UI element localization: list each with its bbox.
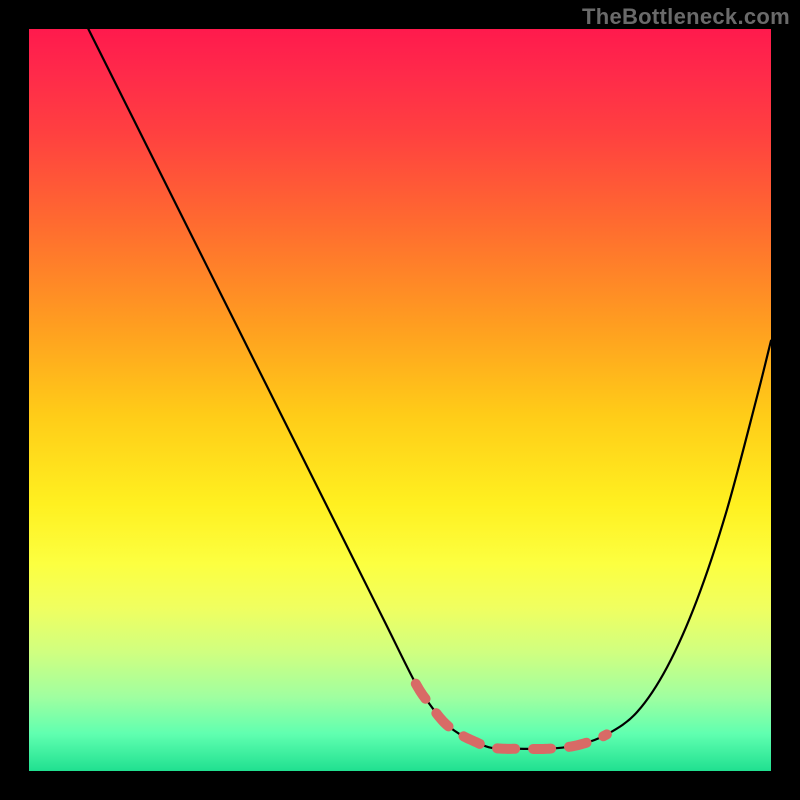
plot-area xyxy=(29,29,771,771)
chart-container: TheBottleneck.com xyxy=(0,0,800,800)
trough-dash-overlay xyxy=(416,684,607,749)
watermark-text: TheBottleneck.com xyxy=(582,4,790,30)
bottleneck-curve xyxy=(29,29,771,771)
